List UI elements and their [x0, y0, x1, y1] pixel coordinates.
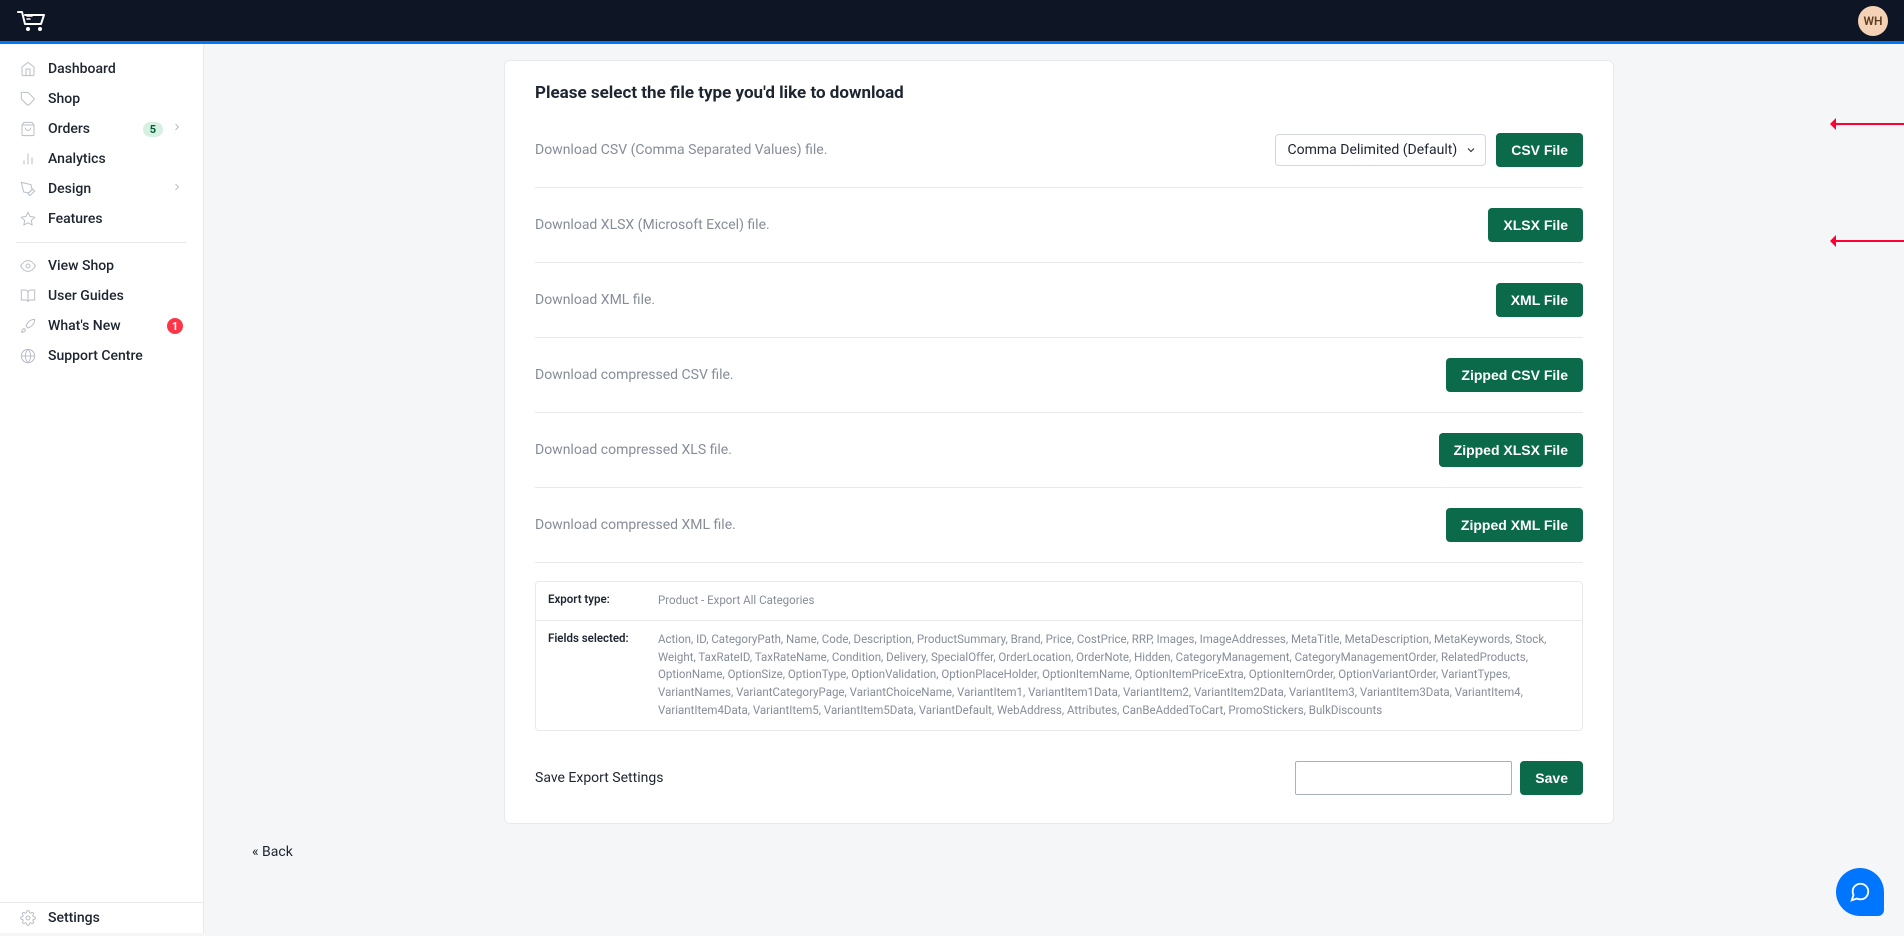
- chat-icon: [1849, 881, 1871, 903]
- zipped-xlsx-file-button[interactable]: Zipped XLSX File: [1439, 433, 1583, 467]
- sidebar-item-shop[interactable]: Shop: [0, 84, 203, 114]
- globe-icon: [20, 348, 36, 364]
- zipped-xml-file-button[interactable]: Zipped XML File: [1446, 508, 1583, 542]
- sidebar-item-label: Features: [48, 211, 183, 227]
- sidebar-item-label: Orders: [48, 121, 143, 137]
- chat-button[interactable]: [1836, 868, 1884, 916]
- xml-file-button[interactable]: XML File: [1496, 283, 1583, 317]
- annotation-arrow-2: [1834, 240, 1904, 242]
- sidebar-item-dashboard[interactable]: Dashboard: [0, 54, 203, 84]
- export-type-value: Product - Export All Categories: [658, 592, 814, 610]
- download-row: Download CSV (Comma Separated Values) fi…: [535, 133, 1583, 188]
- sidebar-item-label: View Shop: [48, 258, 183, 274]
- sidebar-badge: 1: [167, 318, 183, 334]
- brush-icon: [20, 181, 36, 197]
- home-icon: [20, 61, 36, 77]
- fields-selected-value: Action, ID, CategoryPath, Name, Code, De…: [658, 631, 1570, 720]
- chevron-right-icon: [171, 181, 183, 197]
- download-row-label: Download XLSX (Microsoft Excel) file.: [535, 217, 770, 233]
- xlsx-file-button[interactable]: XLSX File: [1488, 208, 1583, 242]
- csv-file-button[interactable]: CSV File: [1496, 133, 1583, 167]
- fields-selected-label: Fields selected:: [548, 631, 658, 645]
- download-row-label: Download compressed CSV file.: [535, 367, 734, 383]
- main-content: Please select the file type you'd like t…: [204, 44, 1904, 933]
- export-type-label: Export type:: [548, 592, 658, 610]
- sidebar-item-label: Support Centre: [48, 348, 183, 364]
- book-icon: [20, 288, 36, 304]
- sidebar-item-user-guides[interactable]: User Guides: [0, 281, 203, 311]
- sidebar-item-analytics[interactable]: Analytics: [0, 144, 203, 174]
- back-link[interactable]: « Back: [252, 844, 293, 860]
- sidebar-item-view-shop[interactable]: View Shop: [0, 251, 203, 281]
- export-card: Please select the file type you'd like t…: [504, 60, 1614, 824]
- sidebar-item-features[interactable]: Features: [0, 204, 203, 234]
- sidebar-item-settings[interactable]: Settings: [0, 903, 203, 933]
- download-row-label: Download compressed XLS file.: [535, 442, 732, 458]
- sidebar-item-label: Dashboard: [48, 61, 183, 77]
- star-icon: [20, 211, 36, 227]
- csv-delimiter-select[interactable]: Comma Delimited (Default): [1275, 134, 1487, 166]
- sidebar-item-what-s-new[interactable]: What's New1: [0, 311, 203, 341]
- sidebar-divider: [16, 242, 187, 243]
- sidebar-item-design[interactable]: Design: [0, 174, 203, 204]
- bag-icon: [20, 121, 36, 137]
- download-row: Download XLSX (Microsoft Excel) file. XLS…: [535, 188, 1583, 263]
- save-settings-input[interactable]: [1295, 761, 1512, 795]
- eye-icon: [20, 258, 36, 274]
- download-row: Download compressed XLS file. Zipped XLSX…: [535, 413, 1583, 488]
- sidebar-item-label: Shop: [48, 91, 183, 107]
- download-row: Download XML file. XML File: [535, 263, 1583, 338]
- avatar[interactable]: WH: [1858, 6, 1888, 36]
- logo[interactable]: EKM: [16, 10, 50, 32]
- analytics-icon: [20, 151, 36, 167]
- chevron-right-icon: [171, 121, 183, 137]
- download-row: Download compressed CSV file. Zipped CSV …: [535, 338, 1583, 413]
- download-row-label: Download XML file.: [535, 292, 655, 308]
- sidebar-item-label: User Guides: [48, 288, 183, 304]
- sidebar-item-orders[interactable]: Orders5: [0, 114, 203, 144]
- annotation-arrow-1: [1834, 123, 1904, 125]
- download-row-label: Download compressed XML file.: [535, 517, 736, 533]
- save-settings-label: Save Export Settings: [535, 770, 663, 786]
- top-bar: EKM WH: [0, 0, 1904, 44]
- rocket-icon: [20, 318, 36, 334]
- cart-icon: [16, 10, 50, 32]
- sidebar-item-label: What's New: [48, 318, 167, 334]
- sidebar: Dashboard Shop Orders5 Analytics Design Featu…: [0, 44, 204, 933]
- gear-icon: [20, 910, 36, 926]
- tag-icon: [20, 91, 36, 107]
- sidebar-item-label: Design: [48, 181, 163, 197]
- sidebar-item-label: Settings: [48, 910, 183, 926]
- sidebar-item-support-centre[interactable]: Support Centre: [0, 341, 203, 371]
- download-row: Download compressed XML file. Zipped XML …: [535, 488, 1583, 563]
- download-row-label: Download CSV (Comma Separated Values) fi…: [535, 142, 827, 158]
- sidebar-badge: 5: [143, 122, 163, 137]
- save-button[interactable]: Save: [1520, 761, 1583, 795]
- sidebar-item-label: Analytics: [48, 151, 183, 167]
- zipped-csv-file-button[interactable]: Zipped CSV File: [1446, 358, 1583, 392]
- page-title: Please select the file type you'd like t…: [535, 83, 1583, 103]
- export-summary: Export type: Product - Export All Catego…: [535, 581, 1583, 731]
